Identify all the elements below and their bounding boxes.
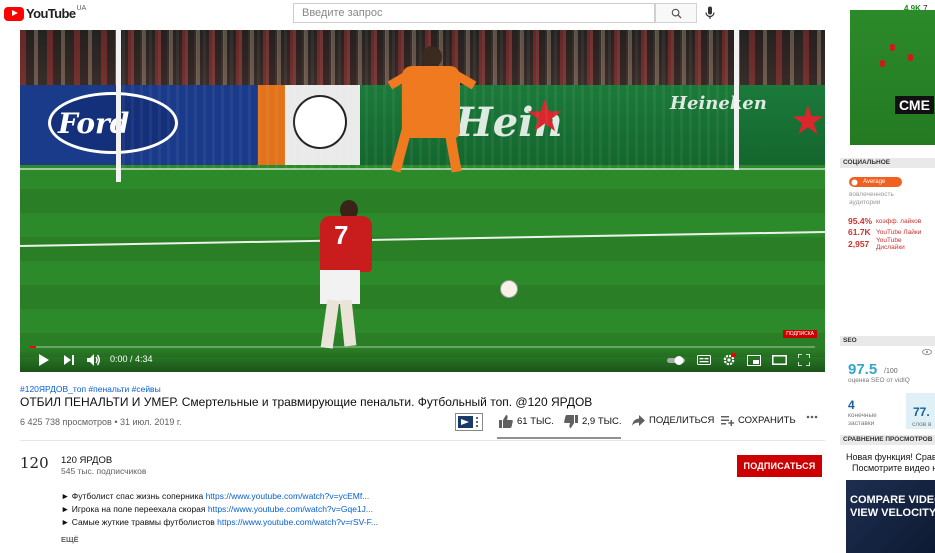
- save-button[interactable]: СОХРАНИТЬ: [721, 415, 796, 426]
- share-label: ПОДЕЛИТЬСЯ: [649, 415, 715, 426]
- video-hashtags[interactable]: #120ЯРДОВ_топ #пенальти #сейвы: [20, 384, 161, 394]
- top-bar: YouTube UA Введите запрос 4.9K 7 1г 60: [0, 0, 935, 28]
- fullscreen-icon: [798, 354, 810, 366]
- country-code: UA: [76, 5, 87, 12]
- thumbnail-text: СМЕ: [895, 96, 934, 114]
- theater-mode-icon: [771, 355, 787, 365]
- recommended-video-thumbnail[interactable]: СМЕ: [850, 10, 935, 145]
- seo-score: 97.5: [848, 361, 878, 378]
- save-label: СОХРАНИТЬ: [738, 415, 796, 426]
- microphone-icon: [705, 6, 715, 19]
- dislike-button[interactable]: 2,9 ТЫС.: [564, 415, 622, 428]
- seo-score-label: оценка SEO от vidIQ: [848, 377, 910, 384]
- search-button[interactable]: [655, 3, 697, 23]
- like-ratio-label: коэфф. лайков: [876, 218, 922, 225]
- play-icon: [38, 354, 49, 366]
- like-ratio-value: 95.4%: [848, 216, 873, 226]
- settings-button[interactable]: [720, 352, 738, 368]
- youtube-dislikes-label: YouTube Дислайки: [876, 237, 905, 251]
- youtube-likes-label: YouTube Лайки: [876, 229, 922, 236]
- compare-promo-line1: Новая функция! Срав: [846, 452, 935, 462]
- volume-icon: [87, 354, 100, 366]
- fire-icon: [851, 179, 858, 186]
- search-icon: [671, 8, 682, 19]
- description-link[interactable]: https://www.youtube.com/watch?v=ycEMf...: [206, 491, 370, 501]
- voice-search-button[interactable]: [703, 5, 717, 21]
- youtube-dislikes-value: 2,957: [848, 239, 870, 249]
- video-player[interactable]: Ford Hein Heineken ★ ★ 7 ПОДПИСКА: [20, 30, 825, 372]
- youtube-play-icon: [4, 6, 24, 21]
- like-button[interactable]: 61 ТЫС.: [499, 415, 554, 428]
- show-more-button[interactable]: ЕЩЁ: [61, 535, 79, 544]
- logo-text: YouTube: [26, 6, 76, 21]
- description-link[interactable]: https://www.youtube.com/watch?v=rSV-F...: [217, 517, 378, 527]
- video-frame-pitch: [20, 165, 825, 372]
- channel-subscriber-count: 545 тыс. подписчиков: [61, 466, 147, 476]
- add-to-playlist-icon: [721, 416, 734, 426]
- fullscreen-button[interactable]: [796, 352, 812, 368]
- extension-button[interactable]: [455, 413, 483, 431]
- like-ratio-fill: [497, 437, 616, 439]
- end-screens-label: конечные заставки: [848, 412, 877, 427]
- play-button[interactable]: [36, 352, 50, 368]
- video-frame-ball: [500, 280, 518, 298]
- autoplay-toggle-icon: [667, 355, 685, 365]
- more-horizontal-icon: [806, 415, 818, 419]
- like-ratio-bar: [497, 437, 621, 439]
- subtitles-icon: [697, 355, 711, 365]
- share-icon: [632, 415, 645, 426]
- autoplay-toggle[interactable]: [666, 352, 686, 368]
- compare-promo-thumbnail[interactable]: COMPARE VIDEO VIEW VELOCITY: [846, 480, 935, 553]
- compare-views-header: СРАВНЕНИЕ ПРОСМОТРОВ: [840, 435, 935, 445]
- subscribe-button[interactable]: ПОДПИСАТЬСЯ: [737, 455, 822, 477]
- youtube-likes-value: 61.7K: [848, 227, 871, 237]
- next-icon: [63, 355, 74, 365]
- volume-button[interactable]: [86, 352, 102, 368]
- thumbs-up-icon: [499, 415, 513, 428]
- channel-avatar[interactable]: 120: [20, 454, 50, 476]
- thumbs-down-icon: [564, 415, 578, 428]
- miniplayer-icon: [747, 354, 761, 366]
- more-actions-button[interactable]: [806, 415, 822, 419]
- divider: [20, 440, 825, 441]
- theater-mode-button[interactable]: [770, 352, 788, 368]
- time-display: 0:00 / 4:34: [110, 354, 153, 364]
- words-value: 77.: [913, 405, 930, 419]
- description-line: ► Футболист спас жизнь соперника https:/…: [61, 491, 370, 501]
- youtube-watch-page: YouTube UA Введите запрос 4.9K 7 1г 60 F…: [0, 0, 935, 553]
- compare-promo-line2: Посмотрите видео н: [852, 463, 935, 473]
- dislike-count: 2,9 ТЫС.: [582, 416, 622, 427]
- seo-score-max: /100: [884, 368, 898, 375]
- share-button[interactable]: ПОДЕЛИТЬСЯ: [632, 415, 714, 426]
- description-link[interactable]: https://www.youtube.com/watch?v=Gqe1J...: [208, 504, 373, 514]
- eye-icon[interactable]: [922, 349, 932, 355]
- seo-panel-header: SEO: [840, 336, 935, 346]
- like-count: 61 ТЫС.: [517, 416, 554, 427]
- miniplayer-button[interactable]: [746, 352, 762, 368]
- end-screens-value: 4: [848, 398, 855, 412]
- social-panel-header: СОЦИАЛЬНОЕ: [840, 158, 935, 168]
- words-label: слов в: [912, 421, 932, 428]
- description-line: ► Самые жуткие травмы футболистов https:…: [61, 517, 379, 527]
- engagement-label: вовлеченность аудитории: [849, 191, 894, 206]
- video-title: ОТБИЛ ПЕНАЛЬТИ И УМЕР. Смертельные и тра…: [20, 395, 593, 409]
- youtube-logo[interactable]: YouTube UA: [4, 5, 87, 21]
- player-controls: 0:00 / 4:34: [20, 348, 825, 372]
- search-input[interactable]: Введите запрос: [293, 3, 655, 23]
- description-line: ► Игрока на поле переехала скорая https:…: [61, 504, 373, 514]
- gear-icon: [723, 353, 736, 366]
- subtitles-button[interactable]: [696, 352, 712, 368]
- subscribe-watermark[interactable]: ПОДПИСКА: [783, 330, 817, 338]
- channel-name[interactable]: 120 ЯРДОВ: [61, 455, 112, 466]
- vidiq-arrow-icon: [458, 416, 478, 428]
- video-meta: 6 425 738 просмотров • 31 июл. 2019 г.: [20, 417, 182, 427]
- next-button[interactable]: [62, 352, 76, 368]
